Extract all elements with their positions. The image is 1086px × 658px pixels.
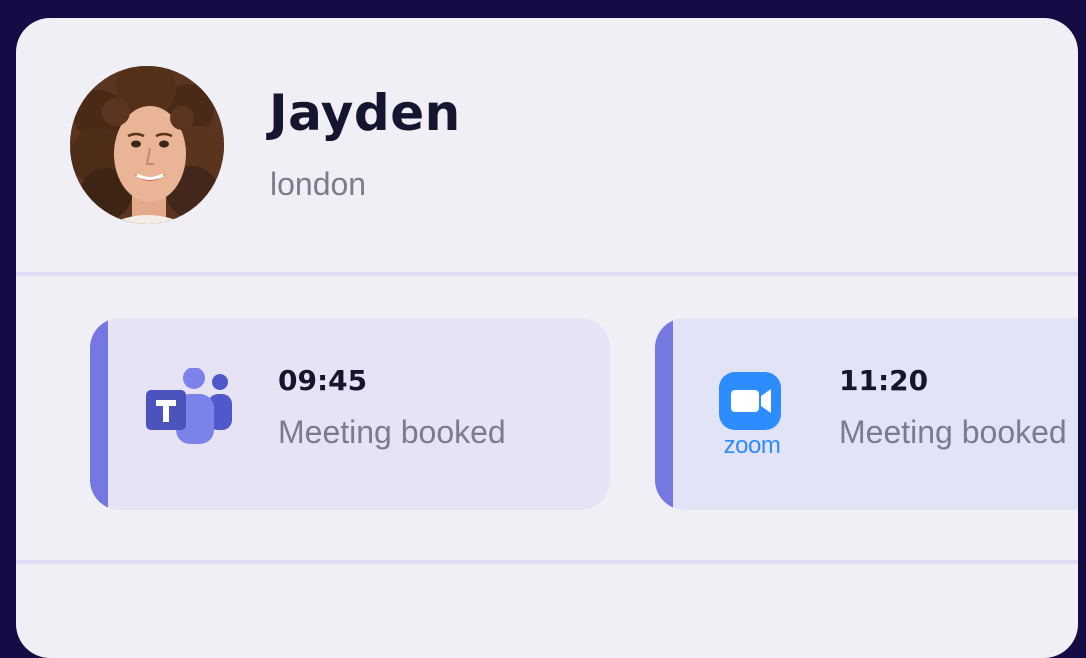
meeting-accent-bar — [655, 318, 673, 510]
profile-header: Jayden london — [16, 18, 1078, 270]
contact-location: london — [270, 166, 367, 202]
zoom-wordmark: zoom — [723, 432, 781, 459]
divider — [16, 272, 1078, 276]
meeting-card-teams[interactable]: 09:45 Meeting booked — [90, 318, 610, 510]
contact-card: Jayden london 09:45 Meeting booked zoom … — [16, 18, 1078, 658]
meeting-card-zoom[interactable]: zoom 11:20 Meeting booked — [655, 318, 1078, 510]
meeting-status: Meeting booked — [839, 414, 1067, 450]
meeting-time: 11:20 — [839, 364, 929, 397]
person-photo-icon — [70, 66, 224, 224]
avatar[interactable] — [70, 66, 224, 224]
meeting-time: 09:45 — [278, 364, 368, 397]
meeting-status: Meeting booked — [278, 414, 506, 450]
meeting-accent-bar — [90, 318, 108, 510]
divider — [16, 560, 1078, 564]
microsoft-teams-icon — [146, 368, 232, 444]
contact-name: Jayden — [269, 84, 461, 142]
